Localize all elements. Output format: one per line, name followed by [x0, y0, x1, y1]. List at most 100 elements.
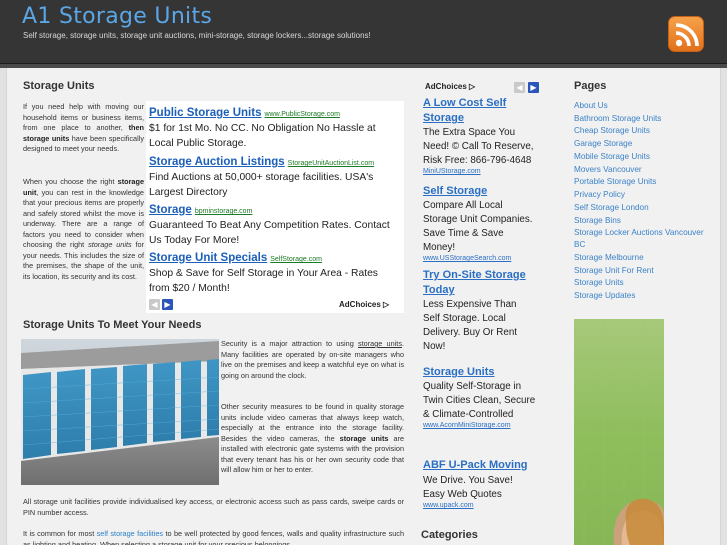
- ad-title-link[interactable]: Public Storage Units: [149, 107, 261, 119]
- ad-next-arrow-icon[interactable]: ▶: [528, 82, 539, 93]
- intro-paragraph-2: When you choose the right storage unit, …: [23, 177, 144, 282]
- intro-paragraph-1: If you need help with moving our househo…: [23, 102, 144, 155]
- paragraph-bold: storage units: [339, 433, 389, 443]
- sidebar-link-privacy-policy[interactable]: Privacy Policy: [574, 190, 625, 199]
- intro-italic: storage units: [88, 240, 132, 249]
- ad-text: $1 for 1st Mo. No CC. No Obligation No H…: [149, 123, 376, 149]
- sidebar-link-self-storage-london[interactable]: Self Storage London: [574, 203, 649, 212]
- ad-column: AdChoices ▷ ◀ ▶ A Low Cost Self Storage …: [421, 68, 557, 545]
- ad-next-arrow-icon[interactable]: ▶: [162, 299, 173, 310]
- security-paragraph-2: Other security measures to be found in q…: [221, 402, 404, 476]
- sidebar-link-mobile-storage-units[interactable]: Mobile Storage Units: [574, 152, 650, 161]
- storage-units-photo: [21, 339, 219, 485]
- ad-title-link[interactable]: Storage: [423, 111, 464, 126]
- ad-url-link[interactable]: StorageUnitAuctionList.com: [288, 160, 374, 167]
- intro-text: If you need help with moving our househo…: [23, 102, 144, 132]
- sidebar-link-storage-updates[interactable]: Storage Updates: [574, 291, 635, 300]
- ad-text: Save Time & Save: [423, 228, 504, 239]
- ad-title-link[interactable]: ABF U-Pack Moving: [423, 458, 528, 473]
- security-paragraph-3: All storage unit facilities provide indi…: [23, 497, 404, 517]
- section-heading: Storage Units To Meet Your Needs: [23, 319, 202, 331]
- ad-text: Compare All Local: [423, 200, 503, 211]
- paragraph-text: It is common for most: [23, 529, 95, 538]
- pages-heading: Pages: [574, 80, 607, 92]
- ad-text: Guaranteed To Beat Any Competition Rates…: [149, 220, 390, 246]
- ad-text: Delivery. Buy Or Rent: [423, 327, 518, 338]
- ad-text: & Climate-Controlled: [423, 409, 514, 420]
- ad-text: Shop & Save for Self Storage in Your Are…: [149, 268, 378, 294]
- adchoices-icon: ▷: [383, 300, 390, 309]
- sidebar-link-storage-unit-for-rent[interactable]: Storage Unit For Rent: [574, 266, 654, 275]
- ad-prev-arrow-icon[interactable]: ◀: [514, 82, 525, 93]
- ad-text: Now!: [423, 341, 446, 352]
- ad-title-link[interactable]: Storage: [149, 204, 192, 216]
- ad-title-link[interactable]: Storage Unit Specials: [149, 252, 267, 264]
- sidebar-link-bathroom-storage-units[interactable]: Bathroom Storage Units: [574, 114, 661, 123]
- ad-text: Less Expensive Than: [423, 299, 517, 310]
- security-paragraph-1: Security is a major attraction to using …: [221, 339, 404, 381]
- ad-url-link[interactable]: www.upack.com: [423, 502, 474, 509]
- sidebar: Pages About Us Bathroom Storage Units Ch…: [574, 68, 714, 545]
- site-description: Self storage, storage units, storage uni…: [23, 31, 371, 40]
- ad-title-link[interactable]: Storage Auction Listings: [149, 156, 285, 168]
- sidebar-link-storage-locker-auctions-bc[interactable]: BC: [574, 240, 585, 249]
- ad-text: Quality Self-Storage in: [423, 381, 522, 392]
- ad-text: Twin Cities Clean, Secure: [423, 395, 536, 406]
- ad-item: Public Storage Units www.PublicStorage.co…: [149, 103, 399, 151]
- storage-units-link[interactable]: storage units: [358, 339, 402, 348]
- adchoices-label[interactable]: AdChoices ▷: [339, 300, 389, 309]
- ad-title-link[interactable]: Try On-Site Storage: [423, 268, 526, 283]
- categories-heading: Categories: [421, 529, 478, 541]
- paragraph-text: Security is a major attraction to using: [221, 339, 354, 348]
- self-storage-facilities-link[interactable]: self storage facilities: [97, 529, 163, 538]
- adchoices-text: AdChoices: [425, 82, 467, 91]
- sidebar-link-movers-vancouver[interactable]: Movers Vancouver: [574, 165, 642, 174]
- ad-text: Find Auctions at 50,000+ storage facilit…: [149, 172, 374, 198]
- ad-url-link[interactable]: www.AcornMiniStorage.com: [423, 422, 511, 429]
- sidebar-banner-image[interactable]: [574, 319, 664, 545]
- sidebar-link-cheap-storage-units[interactable]: Cheap Storage Units: [574, 126, 650, 135]
- ad-text: Easy Web Quotes: [423, 489, 502, 500]
- ad-item: Storage Unit Specials SelfStorage.com Sho…: [149, 248, 399, 296]
- rss-icon[interactable]: [668, 16, 704, 52]
- ad-url-link[interactable]: www.USStorageSearch.com: [423, 255, 511, 262]
- ad-text: Risk Free: 866-796-4648: [423, 155, 532, 166]
- ad-item: Storage Auction Listings StorageUnitAucti…: [149, 152, 399, 200]
- ad-text: Money!: [423, 242, 456, 253]
- main-content: Storage Units If you need help with movi…: [21, 68, 407, 545]
- ad-text: Storage Unit Companies.: [423, 214, 533, 225]
- main-heading: Storage Units: [23, 80, 95, 92]
- ad-title-link[interactable]: A Low Cost Self: [423, 96, 506, 111]
- ad-title-link[interactable]: Today: [423, 283, 455, 298]
- ad-url-link[interactable]: SelfStorage.com: [270, 256, 322, 263]
- ad-item: Storage bpminstorage.com Guaranteed To Be…: [149, 200, 399, 248]
- sidebar-link-about-us[interactable]: About Us: [574, 101, 608, 110]
- ad-url-link[interactable]: www.PublicStorage.com: [264, 111, 339, 118]
- ad-url-link[interactable]: MiniUStorage.com: [423, 168, 481, 175]
- adchoices-text: AdChoices: [339, 300, 381, 309]
- site-title[interactable]: A1 Storage Units: [22, 4, 212, 29]
- sidebar-link-storage-units[interactable]: Storage Units: [574, 278, 624, 287]
- sidebar-link-storage-locker-auctions[interactable]: Storage Locker Auctions Vancouver: [574, 228, 704, 237]
- sidebar-link-storage-bins[interactable]: Storage Bins: [574, 216, 621, 225]
- person-illustration-image: [583, 319, 664, 545]
- ad-prev-arrow-icon[interactable]: ◀: [149, 299, 160, 310]
- security-paragraph-4: It is common for most self storage facil…: [23, 529, 404, 545]
- ad-title-link[interactable]: Self Storage: [423, 184, 487, 199]
- ad-text: Need! © Call To Reserve,: [423, 141, 534, 152]
- ad-title-link[interactable]: Storage Units: [423, 365, 495, 380]
- ad-text: The Extra Space You: [423, 127, 516, 138]
- intro-text: When you choose the right: [23, 177, 115, 186]
- storage-building-image: [21, 339, 219, 485]
- sidebar-link-portable-storage-units[interactable]: Portable Storage Units: [574, 177, 656, 186]
- sidebar-link-storage-melbourne[interactable]: Storage Melbourne: [574, 253, 644, 262]
- ad-url-link[interactable]: bpminstorage.com: [195, 208, 253, 215]
- sidebar-link-garage-storage[interactable]: Garage Storage: [574, 139, 632, 148]
- rss-glyph-icon: [675, 23, 699, 47]
- ad-text: Self Storage. Local: [423, 313, 506, 324]
- page-body: Storage Units If you need help with movi…: [6, 68, 721, 545]
- ad-text: We Drive. You Save!: [423, 475, 513, 486]
- adchoices-label[interactable]: AdChoices ▷: [425, 82, 475, 91]
- site-header: A1 Storage Units Self storage, storage u…: [0, 0, 727, 64]
- google-ad-block: Public Storage Units www.PublicStorage.co…: [146, 101, 404, 313]
